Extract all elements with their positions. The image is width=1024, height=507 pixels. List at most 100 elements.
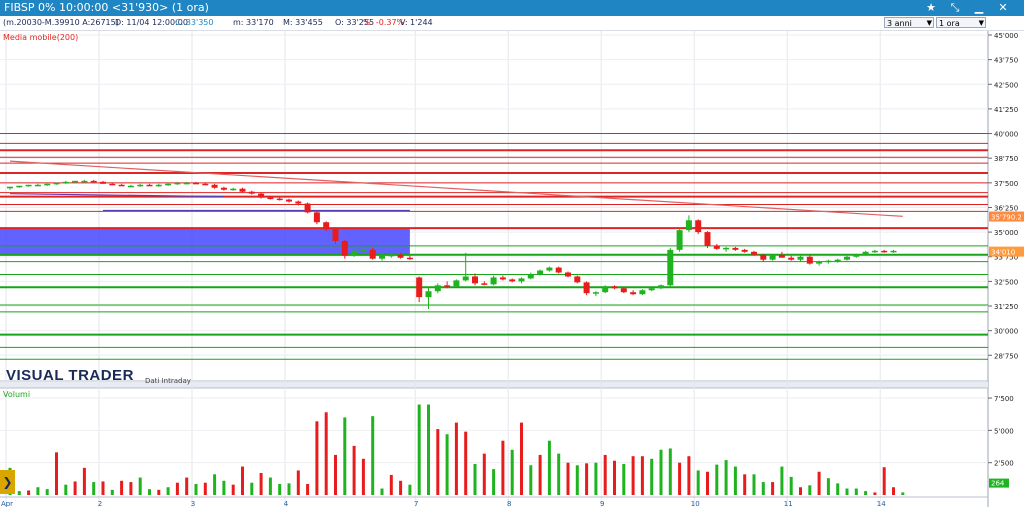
- candle-body: [769, 254, 776, 260]
- candle-body: [797, 256, 804, 260]
- price-tick-label: 30'000: [994, 328, 1018, 336]
- candle-body: [81, 180, 88, 183]
- candle-body: [34, 184, 41, 187]
- candle-body: [397, 254, 404, 258]
- candle-body: [723, 247, 730, 250]
- volume-bar: [854, 488, 858, 495]
- scroll-right-button[interactable]: ❯: [0, 470, 15, 494]
- volume-bar: [538, 454, 542, 495]
- volume-bar: [278, 484, 282, 495]
- volume-bar: [761, 482, 765, 495]
- candle-body: [602, 286, 609, 293]
- candle-body: [286, 199, 292, 202]
- max-readout: M: 33'455: [283, 18, 323, 27]
- volume-bar: [845, 488, 849, 495]
- candle-body: [760, 254, 767, 260]
- star-icon[interactable]: ★: [922, 0, 940, 16]
- time-tick-label: 2: [98, 500, 102, 507]
- candle-body: [565, 272, 571, 277]
- volume-bar: [222, 480, 226, 495]
- volume-bar: [836, 483, 840, 495]
- minimize-icon[interactable]: ▁: [970, 0, 988, 16]
- candle-body: [611, 286, 618, 289]
- candle-body: [574, 276, 581, 283]
- price-tick-label: 43'750: [994, 57, 1018, 65]
- volume-bar: [603, 454, 607, 495]
- volume-bar: [566, 462, 570, 495]
- volume-bar: [696, 470, 700, 495]
- time-axis: Apr 2 3 4 7 8 9 10 11 14: [0, 496, 988, 507]
- candle-body: [323, 222, 330, 230]
- candle-body: [258, 193, 265, 198]
- volume-bar: [650, 458, 654, 495]
- volume-bar: [427, 404, 430, 495]
- volume-bar: [752, 474, 756, 495]
- candle-body: [825, 260, 832, 263]
- moving-average-label: Media mobile(200): [3, 33, 79, 42]
- volume-bar: [733, 466, 737, 495]
- candle-body: [732, 247, 739, 250]
- candle-body: [834, 259, 841, 262]
- volume-bar: [296, 470, 300, 495]
- candle-body: [230, 188, 237, 191]
- candle-body: [630, 292, 637, 295]
- volume-bar: [789, 476, 793, 495]
- candle-body: [583, 282, 590, 294]
- axis-background: [988, 31, 1024, 507]
- time-tick-label: Apr: [1, 500, 13, 507]
- change-readout: %: -0.37%: [363, 18, 405, 27]
- candle-body: [16, 185, 23, 188]
- volume-bar: [436, 429, 440, 495]
- period-select[interactable]: 3 anni ▼: [884, 17, 934, 28]
- volume-bar: [343, 417, 347, 495]
- candle-body: [369, 249, 376, 259]
- volume-bar: [250, 482, 254, 495]
- price-tick-label: 45'000: [994, 32, 1018, 40]
- volume-bar: [185, 477, 189, 495]
- candle-body: [165, 183, 172, 186]
- volume-bar: [622, 463, 626, 495]
- volume-bar: [231, 484, 235, 495]
- candle-body: [806, 256, 813, 264]
- price-tick-label: 28'750: [994, 352, 1018, 360]
- price-tick-label: 37'500: [994, 180, 1018, 188]
- candle-body: [25, 184, 32, 187]
- volume-bar: [36, 487, 40, 495]
- candle-body: [788, 257, 795, 260]
- volume-bar: [743, 474, 747, 495]
- candle-body: [313, 212, 320, 223]
- candle-body: [890, 250, 897, 253]
- pin-icon[interactable]: ⤡: [946, 0, 964, 16]
- volume-bar: [575, 465, 579, 495]
- volume-bar: [27, 490, 31, 495]
- volume-bar: [259, 473, 263, 495]
- candle-body: [704, 232, 711, 246]
- close-icon[interactable]: ✕: [994, 0, 1012, 16]
- candle-body: [351, 250, 358, 256]
- volume-bar: [482, 453, 486, 495]
- volume-bar: [55, 452, 58, 495]
- volume-bar: [864, 491, 868, 495]
- candle-body: [53, 182, 60, 185]
- candle-body: [360, 249, 367, 252]
- candle-body: [853, 254, 860, 257]
- volume-bar: [501, 440, 505, 495]
- candle-body: [183, 182, 190, 185]
- chevron-down-icon: ▼: [926, 19, 932, 27]
- volume-bar: [659, 449, 663, 495]
- candle-body: [472, 276, 478, 284]
- volume-bar: [687, 456, 691, 495]
- chart-area[interactable]: 28'75030'00031'25032'50033'75035'00036'2…: [0, 31, 1024, 507]
- candle-body: [202, 183, 209, 186]
- volume-bar: [873, 492, 877, 495]
- price-tick-label: 41'250: [994, 106, 1018, 114]
- candle-body: [7, 186, 13, 189]
- volume-bar: [706, 471, 709, 495]
- candle-body: [193, 182, 199, 185]
- volume-bar: [315, 421, 319, 495]
- interval-select[interactable]: 1 ora ▼: [936, 17, 986, 28]
- candle-body: [453, 280, 460, 287]
- volume-bar: [380, 488, 384, 495]
- volume-bar: [780, 466, 784, 495]
- volume-bar: [166, 487, 170, 495]
